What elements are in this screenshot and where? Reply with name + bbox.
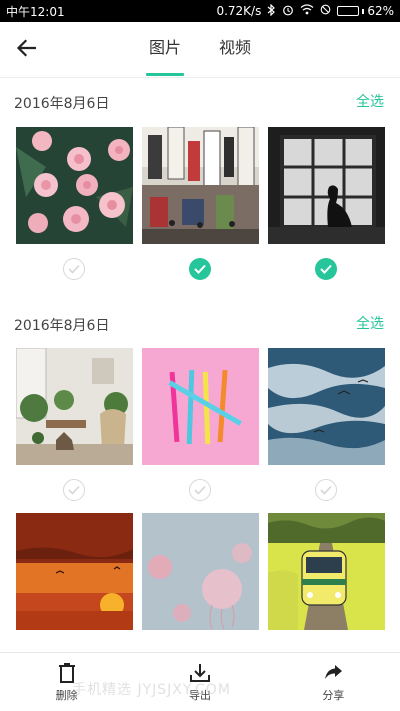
section-date: 2016年8月6日 (14, 96, 110, 112)
photo-thumbnail[interactable] (142, 348, 259, 465)
living-room-image (16, 348, 133, 465)
mute-icon (320, 4, 331, 18)
download-icon (189, 664, 210, 682)
share-arrow-icon (325, 665, 343, 679)
street-signs-image (142, 127, 259, 244)
select-all-button[interactable]: 全选 (356, 313, 384, 333)
check-icon (68, 485, 80, 495)
status-time: 中午12:01 (6, 4, 65, 19)
delete-button[interactable]: 删除 (0, 653, 133, 711)
delete-label: 删除 (55, 689, 78, 702)
net-speed: 0.72K/s (216, 4, 262, 18)
alarm-icon (282, 4, 294, 19)
photo-list[interactable]: 2016年8月6日 全选 2016年8月6日 全选 (0, 78, 400, 652)
check-icon (320, 264, 332, 274)
battery-percent: 62% (367, 4, 394, 18)
share-label: 分享 (322, 689, 345, 702)
status-bar: 中午12:01 0.72K/s 62% (0, 0, 400, 22)
select-checkbox[interactable] (63, 479, 85, 501)
check-icon (194, 485, 206, 495)
ocean-birds-image (268, 348, 385, 465)
tab-photos[interactable]: 图片 (145, 22, 185, 78)
wifi-icon (300, 4, 314, 18)
bottom-toolbar: 删除 导出 分享 (0, 652, 400, 711)
tab-bar: 图片 视频 (0, 22, 400, 78)
photo-thumbnail[interactable] (16, 513, 133, 630)
select-checkbox[interactable] (63, 258, 85, 280)
status-indicators: 0.72K/s 62% (216, 3, 394, 19)
train-field-image (268, 513, 385, 630)
trash-icon (58, 663, 75, 683)
photo-thumbnail[interactable] (16, 348, 133, 465)
check-icon (194, 264, 206, 274)
battery-indicator: 62% (337, 4, 394, 18)
select-all-button[interactable]: 全选 (356, 91, 384, 111)
battery-icon (337, 6, 360, 16)
photo-thumbnail[interactable] (268, 127, 385, 244)
photo-thumbnail[interactable] (142, 127, 259, 244)
photo-thumbnail[interactable] (268, 513, 385, 630)
photo-thumbnail[interactable] (16, 127, 133, 244)
check-icon (68, 264, 80, 274)
select-checkbox[interactable] (315, 479, 337, 501)
select-checkbox[interactable] (315, 258, 337, 280)
sunset-image (16, 513, 133, 630)
share-button[interactable]: 分享 (267, 653, 400, 711)
battery-tip (362, 8, 365, 14)
straws-image (142, 348, 259, 465)
date-section: 2016年8月6日 全选 (0, 78, 400, 124)
header: 图片 视频 (0, 22, 400, 78)
date-section: 2016年8月6日 全选 (0, 300, 400, 346)
window-silhouette-image (268, 127, 385, 244)
tab-videos[interactable]: 视频 (217, 22, 253, 78)
export-button[interactable]: 导出 (133, 653, 266, 711)
section-date: 2016年8月6日 (14, 318, 110, 334)
section-header: 2016年8月6日 全选 (0, 78, 400, 124)
roses-image (16, 127, 133, 244)
export-label: 导出 (188, 689, 211, 702)
select-checkbox[interactable] (189, 479, 211, 501)
photo-thumbnail[interactable] (142, 513, 259, 630)
bluetooth-icon (267, 3, 276, 19)
photo-thumbnail[interactable] (268, 348, 385, 465)
select-checkbox[interactable] (189, 258, 211, 280)
jellyfish-image (142, 513, 259, 630)
check-icon (320, 485, 332, 495)
